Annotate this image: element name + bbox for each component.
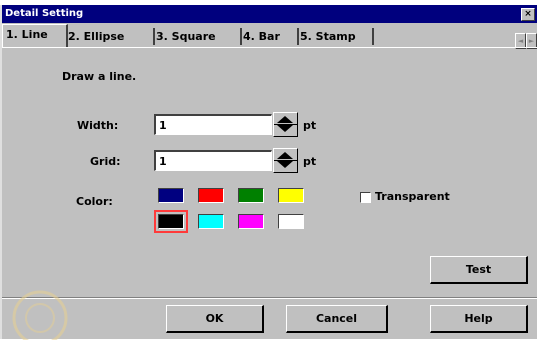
ok-button[interactable]: OK: [166, 305, 264, 333]
spin-up-icon[interactable]: [277, 116, 293, 123]
color-swatch-magenta[interactable]: [238, 214, 264, 229]
instruction-text: Draw a line.: [62, 70, 137, 83]
color-swatch-cyan[interactable]: [198, 214, 224, 229]
width-input[interactable]: 1: [154, 114, 272, 135]
grid-spinner[interactable]: [273, 148, 298, 173]
tab-scroll-arrows: ◄ ►: [515, 28, 537, 49]
spin-up-icon[interactable]: [277, 152, 293, 159]
tab-bar[interactable]: 4. Bar: [240, 28, 299, 45]
width-label: Width:: [77, 119, 119, 132]
color-label: Color:: [76, 195, 113, 208]
close-button[interactable]: ×: [521, 8, 535, 21]
cancel-button[interactable]: Cancel: [286, 305, 388, 333]
tab-stamp[interactable]: 5. Stamp: [297, 28, 374, 45]
tab-ellipse[interactable]: 2. Ellipse: [65, 28, 155, 45]
color-swatch-green[interactable]: [238, 188, 264, 203]
spin-down-icon[interactable]: [277, 161, 293, 168]
tab-panel-border: [2, 47, 537, 48]
color-swatch-white[interactable]: [278, 214, 304, 229]
grid-label: Grid:: [90, 155, 121, 168]
detail-setting-dialog: Detail Setting × 1. Line 2. Ellipse 3. S…: [0, 5, 537, 339]
spin-down-icon[interactable]: [277, 125, 293, 132]
dialog-title: Detail Setting: [5, 8, 84, 19]
grid-input[interactable]: 1: [154, 150, 272, 171]
tab-line[interactable]: 1. Line: [2, 24, 68, 47]
title-bar: Detail Setting ×: [2, 5, 537, 23]
transparent-checkbox[interactable]: [360, 192, 371, 203]
tab-square[interactable]: 3. Square: [153, 28, 242, 45]
color-swatch-red[interactable]: [198, 188, 224, 203]
width-unit: pt: [303, 119, 317, 132]
help-button[interactable]: Help: [430, 305, 528, 333]
separator-highlight: [2, 298, 537, 299]
tab-strip: 1. Line 2. Ellipse 3. Square 4. Bar 5. S…: [2, 23, 537, 49]
color-swatch-navy[interactable]: [158, 188, 184, 203]
width-spinner[interactable]: [273, 112, 298, 137]
test-button[interactable]: Test: [430, 256, 528, 284]
transparent-label[interactable]: Transparent: [375, 190, 450, 203]
color-swatch-yellow[interactable]: [278, 188, 304, 203]
grid-unit: pt: [303, 155, 317, 168]
color-swatch-black[interactable]: [154, 210, 188, 233]
